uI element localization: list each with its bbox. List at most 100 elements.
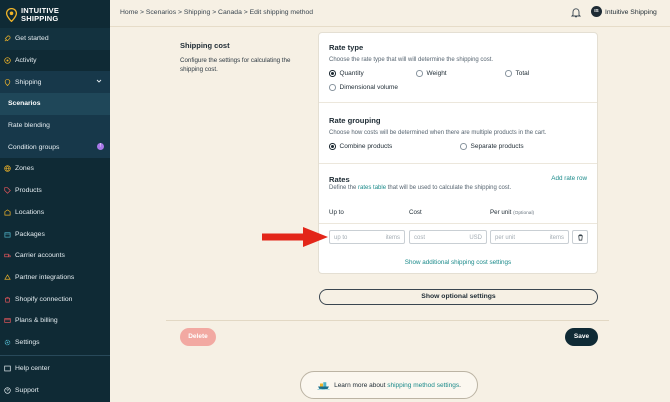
section-description: Configure the settings for calculating t… [180, 57, 291, 73]
ship-icon [317, 382, 330, 390]
sidebar-item-scenarios[interactable]: Scenarios [0, 93, 110, 115]
sidebar-item-support[interactable]: Support [0, 380, 110, 402]
radio-combine-products[interactable]: Combine products [329, 143, 392, 150]
sidebar-nav: Get started Activity Shipping Scenarios … [0, 28, 110, 353]
radio-weight[interactable]: Weight [416, 70, 447, 77]
sidebar-item-label: Help center [15, 365, 50, 373]
column-header-cost: Cost [409, 209, 422, 216]
sidebar-item-packages[interactable]: Packages [0, 223, 110, 245]
sidebar-item-label: Get started [15, 35, 49, 43]
divider [319, 102, 597, 103]
radio-selected-icon [329, 143, 336, 150]
save-button[interactable]: Save [565, 328, 598, 346]
section-title: Shipping cost [180, 41, 230, 50]
radio-icon [329, 84, 336, 91]
help-icon [4, 365, 11, 372]
breadcrumb[interactable]: Home > Scenarios > Shipping > Canada > E… [120, 9, 313, 16]
user-name[interactable]: Intuitive Shipping [605, 9, 657, 16]
sidebar-item-products[interactable]: Products [0, 180, 110, 202]
delete-row-button[interactable] [572, 230, 588, 244]
sidebar-item-settings[interactable]: Settings [0, 332, 110, 354]
gear-icon [4, 339, 11, 346]
sidebar: INTUITIVE SHIPPING Get started Activity … [0, 0, 110, 402]
sidebar-bottom-nav: Help center Support [0, 358, 110, 401]
rates-title: Rates [329, 175, 350, 184]
sidebar-item-label: Shopify connection [15, 295, 73, 303]
delete-button[interactable]: Delete [180, 328, 216, 346]
rates-table-link[interactable]: rates table [358, 185, 386, 191]
sidebar-item-activity[interactable]: Activity [0, 50, 110, 72]
sidebar-item-help-center[interactable]: Help center [0, 358, 110, 380]
brand-line2: SHIPPING [21, 14, 59, 23]
sidebar-item-zones[interactable]: Zones [0, 158, 110, 180]
sidebar-item-shopify-connection[interactable]: Shopify connection [0, 288, 110, 310]
rates-description: Define the rates table that will be used… [329, 185, 512, 191]
shipping-cost-card: Rate type Choose the rate type that will… [318, 32, 598, 274]
shipping-method-settings-link[interactable]: shipping method settings [387, 382, 459, 389]
sidebar-item-label: Settings [15, 338, 40, 346]
rate-grouping-title: Rate grouping [329, 116, 381, 125]
sidebar-item-label: Plans & billing [15, 317, 58, 325]
shopify-icon [4, 296, 11, 303]
sidebar-item-label: Support [15, 387, 39, 395]
box-icon [4, 231, 11, 238]
rate-type-title: Rate type [329, 43, 364, 52]
radio-total[interactable]: Total [505, 70, 529, 77]
info-badge: ! [97, 143, 104, 151]
card-icon [4, 317, 11, 324]
sidebar-item-label: Scenarios [8, 100, 41, 108]
sidebar-item-get-started[interactable]: Get started [0, 28, 110, 50]
column-header-up-to: Up to [329, 209, 344, 216]
sidebar-item-label: Packages [15, 230, 45, 238]
radio-dimensional-volume[interactable]: Dimensional volume [329, 84, 398, 91]
avatar[interactable]: IS [591, 6, 602, 17]
sidebar-item-label: Zones [15, 165, 34, 173]
add-rate-row-link[interactable]: Add rate row [551, 175, 587, 182]
show-optional-settings-button[interactable]: Show optional settings [319, 289, 598, 305]
radio-selected-icon [329, 70, 336, 77]
sidebar-item-partner-integrations[interactable]: Partner integrations [0, 267, 110, 289]
integration-icon [4, 274, 11, 281]
sidebar-item-label: Rate blending [8, 122, 50, 130]
sidebar-item-label: Carrier accounts [15, 252, 65, 260]
tag-icon [4, 187, 11, 194]
column-header-per-unit: Per unit (Optional) [490, 209, 535, 216]
brand-logo[interactable]: INTUITIVE SHIPPING [6, 4, 106, 26]
radio-quantity[interactable]: Quantity [329, 70, 364, 77]
shipping-icon [4, 78, 11, 86]
rate-grouping-subtitle: Choose how costs will be determined when… [329, 130, 547, 136]
sidebar-item-label: Products [15, 187, 42, 195]
location-icon [4, 209, 11, 216]
radio-icon [416, 70, 423, 77]
sidebar-item-shipping[interactable]: Shipping [0, 71, 110, 94]
sidebar-item-label: Shipping [15, 78, 42, 86]
show-additional-settings-link[interactable]: Show additional shipping cost settings [319, 259, 597, 266]
bell-icon[interactable] [571, 7, 581, 18]
per-unit-input[interactable]: per unit items [490, 230, 569, 244]
activity-icon [4, 57, 11, 64]
sidebar-item-carrier-accounts[interactable]: Carrier accounts [0, 245, 110, 267]
sidebar-item-plans-billing[interactable]: Plans & billing [0, 310, 110, 332]
sidebar-item-label: Condition groups [8, 143, 60, 151]
sidebar-item-condition-groups[interactable]: Condition groups ! [0, 136, 110, 159]
red-arrow-annotation [262, 227, 328, 247]
pin-logo-icon [6, 8, 17, 22]
cost-input[interactable]: cost USD [409, 230, 487, 244]
topbar: Home > Scenarios > Shipping > Canada > E… [110, 0, 670, 27]
radio-icon [460, 143, 467, 150]
divider [319, 163, 597, 164]
up-to-input[interactable]: up to items [329, 230, 405, 244]
learn-more-banner[interactable]: Learn more about shipping method setting… [300, 371, 478, 399]
divider [166, 320, 609, 321]
sidebar-item-locations[interactable]: Locations [0, 202, 110, 224]
sidebar-item-label: Partner integrations [15, 273, 75, 281]
support-icon [4, 387, 11, 394]
radio-separate-products[interactable]: Separate products [460, 143, 524, 150]
rate-type-subtitle: Choose the rate type that will will dete… [329, 57, 494, 63]
sidebar-divider [0, 355, 110, 356]
chevron-down-icon [96, 80, 102, 84]
sidebar-item-rate-blending[interactable]: Rate blending [0, 114, 110, 137]
sidebar-item-label: Locations [15, 208, 45, 216]
carrier-icon [4, 252, 11, 259]
trash-icon [577, 234, 583, 240]
